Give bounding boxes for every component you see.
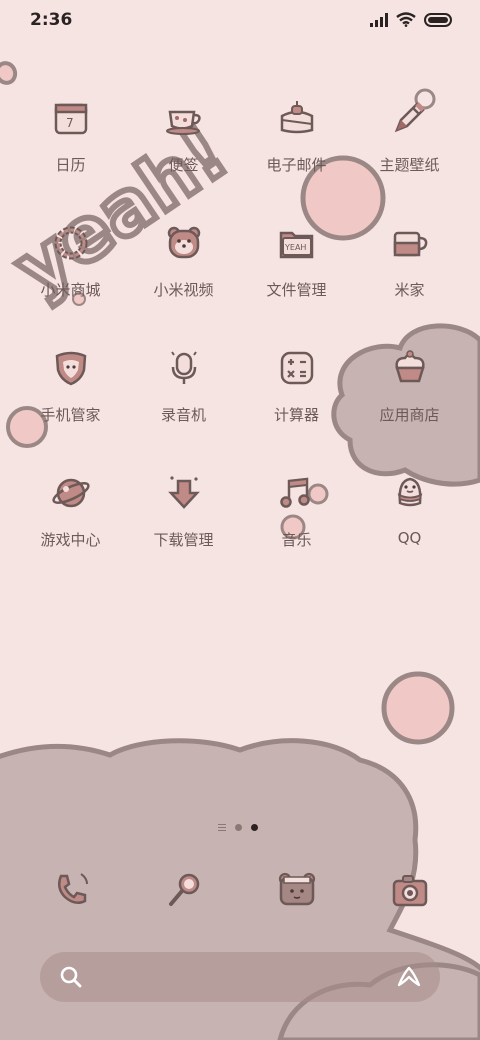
app-label: 小米视频 — [153, 281, 214, 299]
recorder-mic-icon — [170, 351, 197, 384]
app-grid: 7 日历 便签 电子邮件 主题壁纸 小米商城 小米视频 YEAH 文件管理 米家… — [14, 92, 466, 592]
app-qq[interactable]: QQ — [353, 467, 466, 592]
app-label: 主题壁纸 — [379, 156, 440, 174]
search-bar[interactable] — [40, 952, 440, 1002]
app-calendar[interactable]: 7 日历 — [14, 92, 127, 217]
app-label: 手机管家 — [40, 406, 101, 424]
phone-icon — [57, 873, 88, 905]
assistant-icon[interactable] — [396, 964, 422, 990]
game-planet-icon — [51, 478, 90, 508]
app-label: 音乐 — [281, 531, 312, 549]
app-calculator[interactable]: 计算器 — [240, 342, 353, 467]
app-label: 计算器 — [273, 406, 319, 424]
svg-text:YEAH: YEAH — [284, 243, 306, 252]
mall-bracelet-icon — [54, 226, 87, 260]
calculator-icon — [280, 351, 313, 385]
app-label: QQ — [397, 529, 422, 547]
page-dot-active[interactable] — [251, 824, 258, 831]
dock-browser[interactable] — [127, 862, 240, 918]
search-icon[interactable] — [58, 964, 84, 990]
app-label: 应用商店 — [379, 406, 440, 424]
download-arrow-icon — [167, 476, 200, 509]
dock — [14, 862, 466, 918]
app-label: 录音机 — [160, 406, 206, 424]
app-email[interactable]: 电子邮件 — [240, 92, 353, 217]
app-label: 小米商城 — [40, 281, 101, 299]
app-app-store[interactable]: 应用商店 — [353, 342, 466, 467]
app-game-center[interactable]: 游戏中心 — [14, 467, 127, 592]
dock-camera[interactable] — [353, 862, 466, 918]
mijia-cup-icon — [393, 231, 427, 257]
email-icon — [280, 101, 313, 134]
app-mi-mall[interactable]: 小米商城 — [14, 217, 127, 342]
app-label: 日历 — [55, 156, 86, 174]
app-label: 文件管理 — [266, 281, 327, 299]
camera-icon — [392, 875, 427, 907]
status-bar: 2:36 — [0, 0, 480, 40]
clock: 2:36 — [30, 10, 73, 30]
app-label: 米家 — [394, 281, 425, 299]
music-note-icon — [279, 477, 310, 508]
app-mijia[interactable]: 米家 — [353, 217, 466, 342]
video-bear-icon — [167, 226, 200, 259]
app-recorder[interactable]: 录音机 — [127, 342, 240, 467]
app-themes[interactable]: 主题壁纸 — [353, 92, 466, 217]
battery-icon — [424, 12, 452, 27]
app-store-cupcake-icon — [394, 350, 425, 383]
app-file-manager[interactable]: YEAH 文件管理 — [240, 217, 353, 342]
calendar-icon: 7 — [54, 103, 87, 135]
notes-teacup-icon — [165, 110, 201, 135]
app-mi-video[interactable]: 小米视频 — [127, 217, 240, 342]
magnifier-icon — [168, 873, 199, 906]
app-label: 下载管理 — [153, 531, 214, 549]
svg-text:7: 7 — [66, 116, 74, 130]
page-dot[interactable] — [235, 824, 242, 831]
file-manager-icon: YEAH — [279, 231, 313, 259]
dock-gallery[interactable] — [240, 862, 353, 918]
bear-frame-icon — [278, 872, 315, 906]
app-music[interactable]: 音乐 — [240, 467, 353, 592]
page-indicator[interactable] — [218, 824, 258, 831]
dock-phone[interactable] — [14, 862, 127, 918]
security-shield-icon — [55, 351, 86, 386]
app-downloads[interactable]: 下载管理 — [127, 467, 240, 592]
app-security[interactable]: 手机管家 — [14, 342, 127, 467]
app-label: 电子邮件 — [266, 156, 327, 174]
app-label: 游戏中心 — [40, 531, 101, 549]
app-notes[interactable]: 便签 — [127, 92, 240, 217]
theme-pencil-icon — [394, 102, 425, 133]
wifi-icon — [396, 12, 416, 27]
feed-page-indicator[interactable] — [218, 824, 226, 831]
qq-penguin-icon — [397, 477, 422, 507]
signal-icon — [370, 12, 388, 27]
app-label: 便签 — [168, 156, 199, 174]
